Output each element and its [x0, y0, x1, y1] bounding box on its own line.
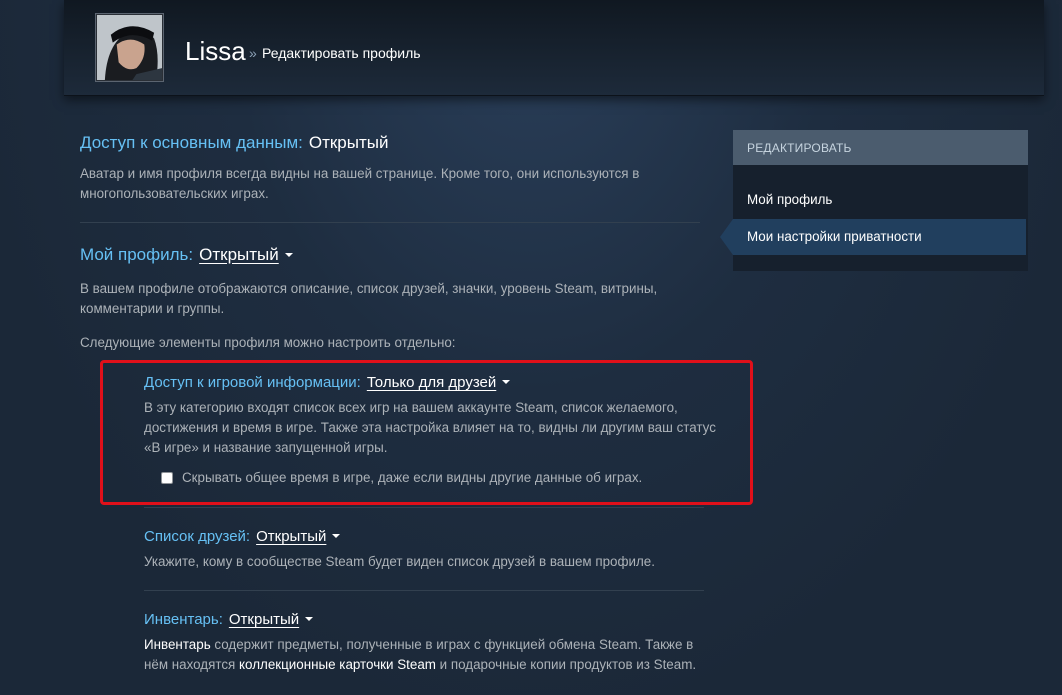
basic-details-title: Доступ к основным данным: Открытый	[80, 133, 388, 153]
game-details-dropdown[interactable]: Только для друзей	[367, 374, 496, 391]
sidebar-heading-label: РЕДАКТИРОВАТЬ	[747, 141, 852, 155]
basic-details-value: Открытый	[308, 133, 389, 152]
page-subtitle: Редактировать профиль	[262, 45, 421, 61]
section-divider	[144, 507, 704, 508]
profile-privacy-label: Мой профиль:	[80, 245, 194, 264]
profile-privacy-description: В вашем профиле отображаются описание, с…	[80, 281, 658, 316]
sidebar-item-my-profile[interactable]: Мой профиль	[733, 182, 1028, 218]
friends-list-label: Список друзей:	[144, 528, 251, 545]
friends-list-description: Укажите, кому в сообществе Steam будет в…	[144, 554, 655, 569]
hide-playtime-checkbox[interactable]	[161, 472, 173, 484]
inventory-title: Инвентарь: Открытый	[144, 611, 314, 628]
edit-sidebar: РЕДАКТИРОВАТЬ Мой профиль Мои настройки …	[720, 130, 1028, 271]
sidebar-item-privacy-settings[interactable]: Мои настройки приватности	[720, 219, 1026, 255]
avatar-image	[97, 15, 162, 80]
trading-cards-term: коллекционные карточки Steam	[239, 657, 436, 672]
profile-name[interactable]: Lissa	[185, 36, 246, 67]
section-divider	[80, 222, 700, 223]
breadcrumb-separator: »	[249, 45, 257, 61]
inventory-desc-text-end: и подарочные копии продуктов из Steam.	[435, 657, 697, 672]
chevron-down-icon[interactable]	[284, 252, 293, 257]
friends-list-title: Список друзей: Открытый	[144, 528, 341, 545]
profile-items-note: Следующие элементы профиля можно настрои…	[80, 335, 456, 350]
hide-playtime-label[interactable]: Скрывать общее время в игре, даже если в…	[182, 470, 642, 485]
basic-details-description: Аватар и имя профиля всегда видны на ваш…	[80, 166, 640, 201]
chevron-down-icon[interactable]	[502, 380, 511, 385]
game-details-description: В эту категорию входят список всех игр н…	[144, 400, 716, 455]
avatar[interactable]	[95, 13, 164, 82]
chevron-down-icon[interactable]	[332, 534, 341, 539]
inventory-dropdown[interactable]: Открытый	[229, 611, 299, 628]
profile-privacy-dropdown[interactable]: Открытый	[199, 245, 279, 264]
inventory-label: Инвентарь:	[144, 611, 223, 628]
inventory-description: Инвентарь содержит предметы, полученные …	[144, 635, 719, 675]
section-divider	[144, 590, 704, 591]
profile-privacy-title: Мой профиль: Открытый	[80, 245, 293, 265]
game-details-title: Доступ к игровой информации: Только для д…	[144, 374, 511, 391]
sidebar-item-label: Мой профиль	[747, 192, 833, 207]
active-indicator-icon	[720, 219, 733, 255]
basic-details-label: Доступ к основным данным:	[80, 133, 303, 152]
inventory-bold-term: Инвентарь	[144, 637, 211, 652]
game-details-label: Доступ к игровой информации:	[144, 374, 361, 391]
friends-list-dropdown[interactable]: Открытый	[256, 528, 326, 545]
sidebar-heading: РЕДАКТИРОВАТЬ	[733, 130, 1028, 165]
sidebar-item-label: Мои настройки приватности	[747, 229, 922, 244]
chevron-down-icon[interactable]	[305, 617, 314, 622]
